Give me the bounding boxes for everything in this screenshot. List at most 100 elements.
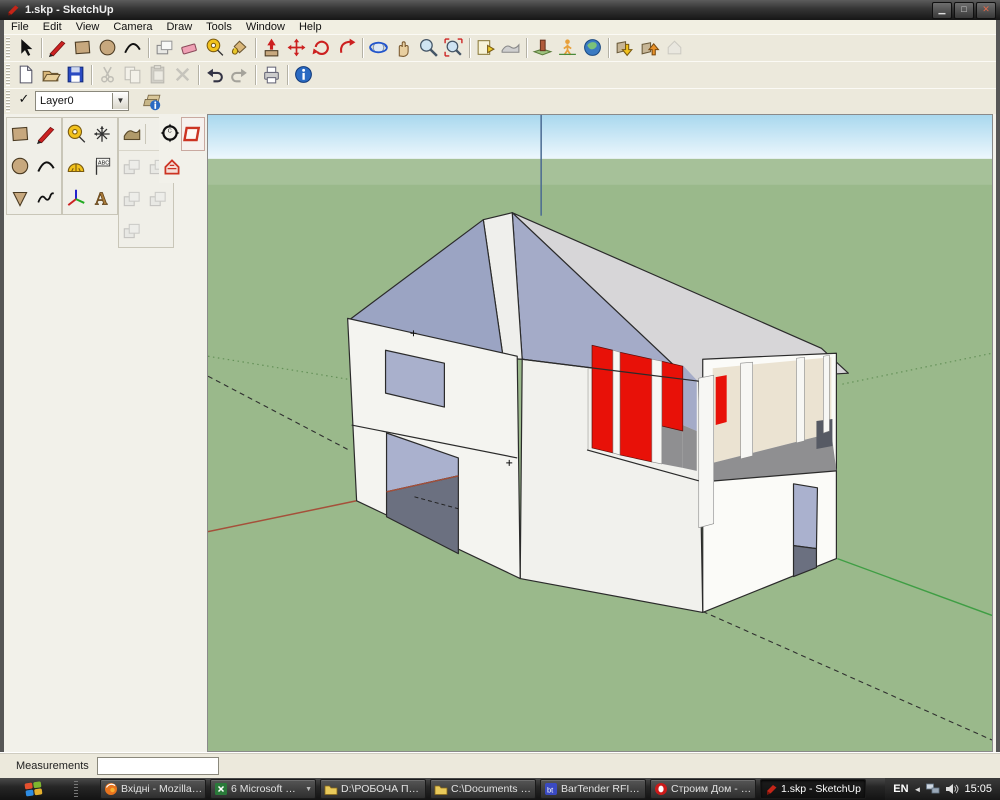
line-tool-button[interactable] [45,36,70,60]
rectangle-tool-button[interactable] [70,36,95,60]
share-model-tool-button[interactable] [637,36,662,60]
sandbox-gray-palette-button[interactable] [119,183,145,215]
model-info-tool-button[interactable] [291,63,316,87]
menu-help[interactable]: Help [292,21,329,33]
text-palette-button[interactable]: ABC [89,150,115,182]
taskbar-button-firefox[interactable]: Вхідні - Mozilla Firefox [100,779,206,799]
paste-tool-button[interactable] [145,63,170,87]
undo-tool-button[interactable] [202,63,227,87]
get-current-view-tool-button[interactable] [473,36,498,60]
measurements-input[interactable] [97,757,219,775]
language-indicator[interactable]: EN [893,783,908,795]
toolbar-grip[interactable] [6,37,10,59]
make-component-tool-button[interactable] [152,36,177,60]
get-models-tool-button[interactable] [612,36,637,60]
menu-tools[interactable]: Tools [199,21,239,33]
3d-text-palette-button[interactable]: A [89,182,115,214]
minimize-button[interactable]: ▁ [932,2,952,19]
axes-palette-button[interactable] [63,182,89,214]
toolbar-grip[interactable] [6,90,10,112]
position-camera-tool-button[interactable] [555,36,580,60]
zoom-tool-button[interactable] [416,36,441,60]
toolbar-grip[interactable] [6,64,10,86]
excel-icon [214,782,228,796]
menu-view[interactable]: View [69,21,107,33]
network-icon[interactable] [926,783,940,795]
clock[interactable]: 15:05 [964,783,992,795]
circle-tool-button[interactable] [95,36,120,60]
line-palette-button[interactable] [33,118,59,150]
eraser-tool-button[interactable] [177,36,202,60]
maximize-button[interactable]: □ [954,2,974,19]
sandbox-contours-palette-button[interactable] [119,118,145,150]
chevron-down-icon[interactable]: ▼ [302,786,315,793]
freehand-palette-button[interactable] [33,182,59,214]
taskbar-button-bartender[interactable]: bt BarTender RFID Ent... [540,779,646,799]
toggle-terrain-tool-button[interactable] [498,36,523,60]
orbit-tool-button[interactable] [366,36,391,60]
section-cuts-palette-button[interactable] [159,151,185,183]
rotate-tool-button[interactable] [309,36,334,60]
component-tool-button[interactable] [662,36,687,60]
move-tool-button[interactable] [284,36,309,60]
erase-tool-button[interactable] [170,63,195,87]
quick-launch-separator[interactable] [74,781,78,797]
layer-select[interactable]: Layer0 ▼ [35,91,129,111]
place-model-tool-button[interactable] [530,36,555,60]
interact-palette-button[interactable]: C [159,117,181,149]
taskbar-button-label: 1.skp - SketchUp [781,783,861,795]
taskbar-button-folder[interactable]: C:\Documents and S... [430,779,536,799]
protractor-palette-button[interactable] [63,150,89,182]
new-tool-button[interactable] [13,63,38,87]
tape-measure-palette-button[interactable] [63,118,89,150]
tape-measure-tool-button[interactable] [202,36,227,60]
sandbox-gray-palette-button[interactable] [119,215,145,247]
title-bar[interactable]: 1.skp - SketchUp ▁ □ ✕ [0,0,1000,20]
model-viewport[interactable] [207,114,993,752]
taskbar-button-folder[interactable]: D:\РОБОЧА ПАПКА\... [320,779,426,799]
menu-draw[interactable]: Draw [159,21,199,33]
start-button[interactable] [22,780,46,798]
arc-palette-button[interactable] [33,150,59,182]
push-pull-tool-button[interactable] [259,36,284,60]
taskbar-button-label: Вхідні - Mozilla Firefox [121,783,205,795]
open-tool-button[interactable] [38,63,63,87]
circle-palette-button[interactable] [7,150,33,182]
polygon-palette-button[interactable] [7,182,33,214]
taskbar: Вхідні - Mozilla Firefox 6 Microsoft Off… [0,778,1000,800]
sky [208,115,992,159]
sandbox-gray-icon [147,188,169,210]
google-earth-tool-button[interactable] [580,36,605,60]
copy-tool-button[interactable] [120,63,145,87]
layer-visible-check[interactable]: ✓ [13,91,35,111]
pan-tool-button[interactable] [391,36,416,60]
toolbar-separator [287,65,288,85]
sandbox-gray-palette-button[interactable] [119,151,145,183]
layer-manager-button[interactable] [139,89,164,113]
cut-tool-button[interactable] [95,63,120,87]
menu-window[interactable]: Window [239,21,292,33]
paint-bucket-tool-button[interactable] [227,36,252,60]
offset-tool-button[interactable] [334,36,359,60]
taskbar-button-opera[interactable]: Строим Дом - Отве... [650,779,756,799]
section-plane-palette-button[interactable] [181,117,205,151]
zoom-extents-tool-button[interactable] [441,36,466,60]
arc-tool-button[interactable] [120,36,145,60]
rectangle-palette-button[interactable] [7,118,33,150]
chevron-down-icon[interactable]: ▼ [112,93,128,109]
hide-icons-chevron[interactable]: ◄ [914,785,922,794]
close-button[interactable]: ✕ [976,2,996,19]
sandbox-contours-icon [121,123,143,145]
redo-tool-button[interactable] [227,63,252,87]
menu-camera[interactable]: Camera [106,21,159,33]
taskbar-button-excel[interactable]: 6 Microsoft Office ... ▼ [210,779,316,799]
dimension-palette-button[interactable] [89,118,115,150]
select-tool-button[interactable] [13,36,38,60]
print-tool-button[interactable] [259,63,284,87]
menu-file[interactable]: File [4,21,36,33]
menu-edit[interactable]: Edit [36,21,69,33]
taskbar-button-sketchup[interactable]: 1.skp - SketchUp [760,779,866,799]
sandbox-gray-palette-button[interactable] [145,183,171,215]
save-tool-button[interactable] [63,63,88,87]
volume-icon[interactable] [945,783,959,795]
